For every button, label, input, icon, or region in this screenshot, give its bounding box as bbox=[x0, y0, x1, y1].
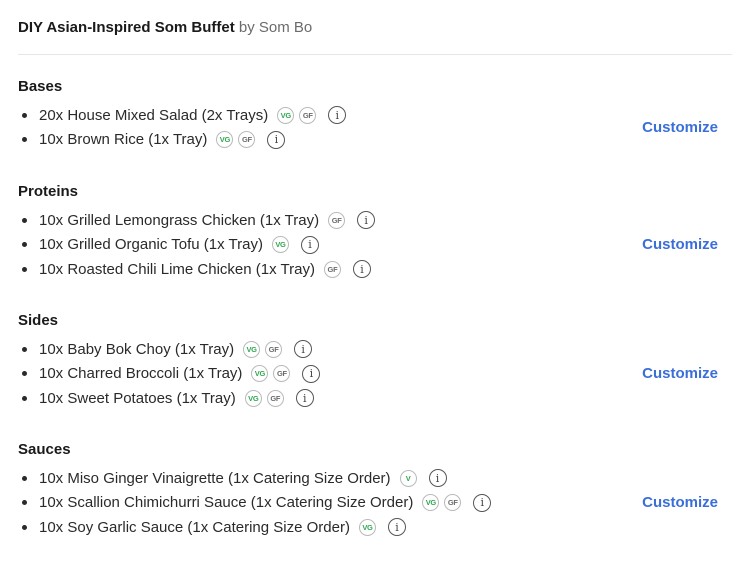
v-badge-icon: V bbox=[399, 469, 417, 487]
customize-button-sides[interactable]: Customize bbox=[642, 365, 718, 382]
info-icon[interactable]: i bbox=[328, 106, 347, 125]
info-icon[interactable]: i bbox=[357, 211, 376, 230]
info-icon[interactable]: i bbox=[267, 130, 286, 149]
vg-badge-icon: VG bbox=[251, 365, 269, 383]
list-item: 20x House Mixed Salad (2x Trays) VG GF i bbox=[18, 103, 732, 128]
buffet-page: DIY Asian-Inspired Som Buffet by Som Bo … bbox=[0, 0, 756, 564]
bullet-icon bbox=[22, 475, 27, 481]
item-list-sauces: 10x Miso Ginger Vinaigrette (1x Catering… bbox=[18, 466, 732, 540]
info-icon[interactable]: i bbox=[473, 493, 492, 512]
list-item: 10x Scallion Chimichurri Sauce (1x Cater… bbox=[18, 491, 732, 516]
item-label: 10x Grilled Organic Tofu (1x Tray) bbox=[39, 236, 263, 254]
customize-button-proteins[interactable]: Customize bbox=[642, 236, 718, 253]
item-label: 10x Roasted Chili Lime Chicken (1x Tray) bbox=[39, 260, 315, 278]
section-sauces: Sauces 10x Miso Ginger Vinaigrette (1x Ca… bbox=[18, 440, 732, 540]
info-icon[interactable]: i bbox=[294, 340, 313, 359]
item-label: 20x House Mixed Salad (2x Trays) bbox=[39, 106, 269, 124]
vg-badge-icon: VG bbox=[244, 389, 262, 407]
vg-badge-icon: VG bbox=[358, 518, 376, 536]
list-item: 10x Miso Ginger Vinaigrette (1x Catering… bbox=[18, 466, 732, 491]
bullet-icon bbox=[22, 112, 27, 118]
info-icon[interactable]: i bbox=[302, 364, 321, 383]
section-bases: Bases 20x House Mixed Salad (2x Trays) VG G… bbox=[18, 77, 732, 152]
list-item: 10x Baby Bok Choy (1x Tray) VG GF i bbox=[18, 337, 732, 362]
customize-button-sauces[interactable]: Customize bbox=[642, 494, 718, 511]
item-label: 10x Soy Garlic Sauce (1x Catering Size O… bbox=[39, 518, 350, 536]
package-title: DIY Asian-Inspired Som Buffet bbox=[18, 19, 235, 36]
bullet-icon bbox=[22, 371, 27, 377]
info-icon[interactable]: i bbox=[352, 260, 371, 279]
bullet-icon bbox=[22, 242, 27, 248]
item-label: 10x Baby Bok Choy (1x Tray) bbox=[39, 340, 235, 358]
info-icon[interactable]: i bbox=[300, 235, 319, 254]
gf-badge-icon: GF bbox=[273, 365, 291, 383]
item-label: 10x Sweet Potatoes (1x Tray) bbox=[39, 389, 236, 407]
gf-badge-icon: GF bbox=[444, 494, 462, 512]
bullet-icon bbox=[22, 137, 27, 143]
list-item: 10x Roasted Chili Lime Chicken (1x Tray)… bbox=[18, 257, 732, 282]
list-item: 10x Sweet Potatoes (1x Tray) VG GF i bbox=[18, 386, 732, 411]
item-label: 10x Miso Ginger Vinaigrette (1x Catering… bbox=[39, 469, 391, 487]
gf-badge-icon: GF bbox=[265, 340, 283, 358]
list-item: 10x Grilled Lemongrass Chicken (1x Tray)… bbox=[18, 208, 732, 233]
item-list-sides: 10x Baby Bok Choy (1x Tray) VG GF i 10x Char… bbox=[18, 337, 732, 411]
gf-badge-icon: GF bbox=[323, 260, 341, 278]
vg-badge-icon: VG bbox=[216, 131, 234, 149]
vg-badge-icon: VG bbox=[243, 340, 261, 358]
item-label: 10x Grilled Lemongrass Chicken (1x Tray) bbox=[39, 211, 320, 229]
section-sides: Sides 10x Baby Bok Choy (1x Tray) VG GF i 10x… bbox=[18, 311, 732, 411]
package-byline: by Som Bo bbox=[238, 19, 313, 36]
gf-badge-icon: GF bbox=[328, 211, 346, 229]
section-title-sauces: Sauces bbox=[18, 441, 71, 458]
bullet-icon bbox=[22, 217, 27, 223]
gf-badge-icon: GF bbox=[266, 389, 284, 407]
section-title-proteins: Proteins bbox=[18, 183, 79, 200]
item-label: 10x Charred Broccoli (1x Tray) bbox=[39, 365, 243, 383]
list-item: 10x Grilled Organic Tofu (1x Tray) VG i bbox=[18, 233, 732, 258]
vg-badge-icon: VG bbox=[271, 236, 289, 254]
item-label: 10x Brown Rice (1x Tray) bbox=[39, 131, 208, 149]
bullet-icon bbox=[22, 395, 27, 401]
section-proteins: Proteins 10x Grilled Lemongrass Chicken (… bbox=[18, 182, 732, 282]
list-item: 10x Brown Rice (1x Tray) VG GF i bbox=[18, 128, 732, 153]
info-icon[interactable]: i bbox=[387, 518, 406, 537]
section-title-bases: Bases bbox=[18, 78, 63, 95]
package-header: DIY Asian-Inspired Som Buffet by Som Bo bbox=[18, 18, 732, 55]
customize-button-bases[interactable]: Customize bbox=[642, 119, 718, 136]
item-list-proteins: 10x Grilled Lemongrass Chicken (1x Tray)… bbox=[18, 208, 732, 282]
bullet-icon bbox=[22, 500, 27, 506]
list-item: 10x Charred Broccoli (1x Tray) VG GF i bbox=[18, 362, 732, 387]
bullet-icon bbox=[22, 266, 27, 272]
vg-badge-icon: VG bbox=[277, 106, 295, 124]
gf-badge-icon: GF bbox=[238, 131, 256, 149]
gf-badge-icon: GF bbox=[299, 106, 317, 124]
list-item: 10x Soy Garlic Sauce (1x Catering Size O… bbox=[18, 515, 732, 540]
item-list-bases: 20x House Mixed Salad (2x Trays) VG GF i 10x… bbox=[18, 103, 732, 152]
item-label: 10x Scallion Chimichurri Sauce (1x Cater… bbox=[39, 494, 414, 512]
info-icon[interactable]: i bbox=[295, 389, 314, 408]
bullet-icon bbox=[22, 524, 27, 530]
vg-badge-icon: VG bbox=[422, 494, 440, 512]
section-title-sides: Sides bbox=[18, 312, 59, 329]
info-icon[interactable]: i bbox=[428, 469, 447, 488]
bullet-icon bbox=[22, 346, 27, 352]
